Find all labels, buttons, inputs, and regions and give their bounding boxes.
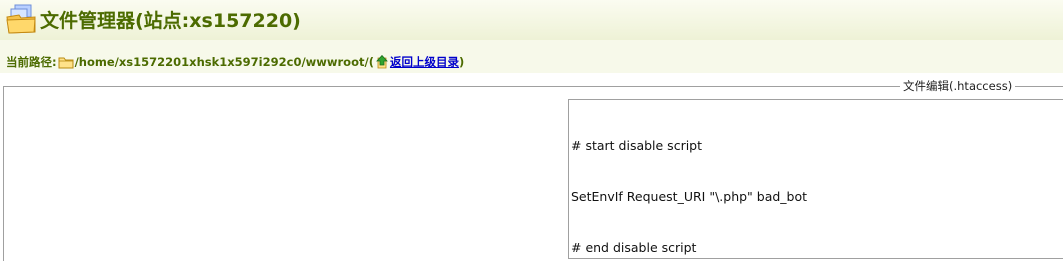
open-paren: ( [368, 55, 374, 69]
path-label: 当前路径: [6, 55, 57, 69]
folder-icon [58, 57, 74, 68]
file-content-editor[interactable]: # start disable script SetEnvIf Request_… [568, 99, 1063, 259]
header-bar: 文件管理器(站点:xs157220) [0, 0, 1063, 40]
close-paren: ) [458, 55, 465, 69]
editor-line: SetEnvIf Request_URI "\.php" bad_bot [571, 189, 808, 204]
file-edit-legend: 文件编辑(.htaccess) [900, 79, 1016, 93]
back-to-parent-link[interactable]: 返回上级目录 [390, 55, 459, 69]
page-title: 文件管理器(站点:xs157220) [40, 10, 301, 32]
breadcrumb: 当前路径: /home/xs1572201xhsk1x597i292c0/www… [6, 55, 464, 69]
editor-line: # end disable script [571, 240, 697, 255]
file-manager-icon [6, 4, 36, 34]
current-path: /home/xs1572201xhsk1x597i292c0/wwwroot/ [74, 55, 369, 69]
editor-line: # start disable script [571, 138, 703, 153]
up-arrow-icon[interactable] [375, 55, 389, 69]
